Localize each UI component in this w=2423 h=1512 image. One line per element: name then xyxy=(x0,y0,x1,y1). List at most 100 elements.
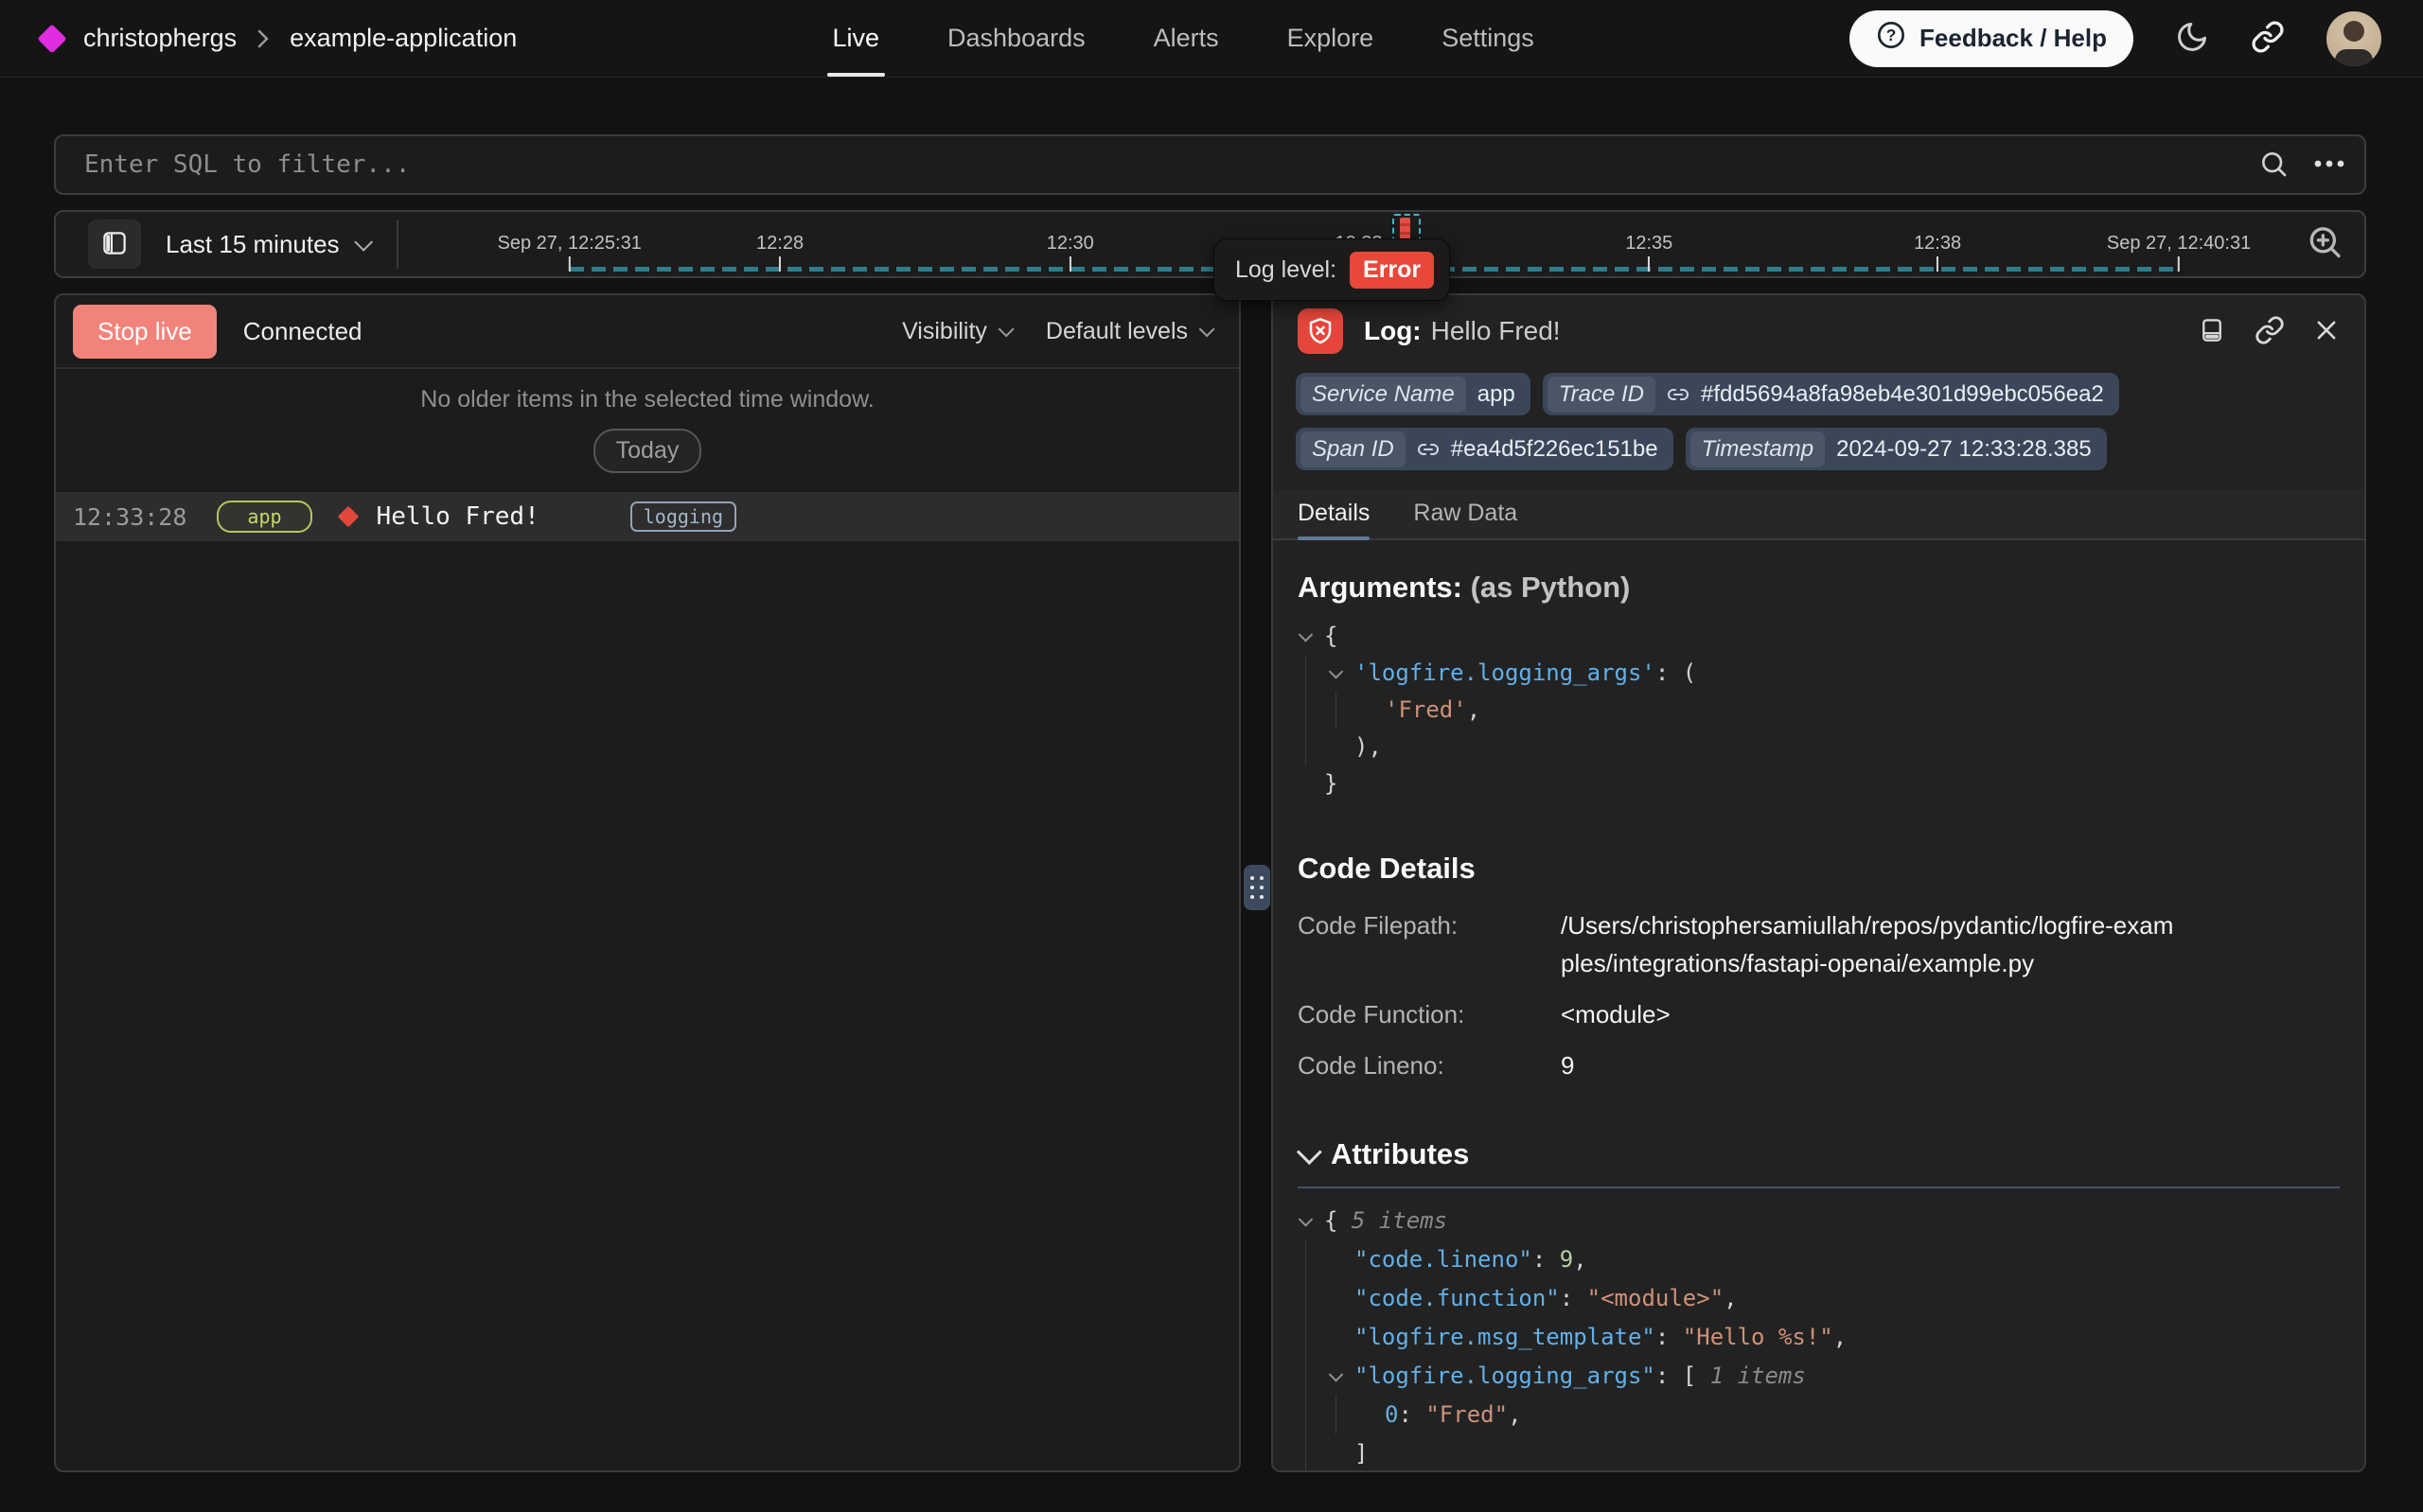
detail-panel-header: Log:Hello Fred! xyxy=(1273,295,2364,367)
stop-live-button[interactable]: Stop live xyxy=(73,305,217,359)
nav-tab[interactable]: Live xyxy=(833,0,880,77)
nav-tab[interactable]: Dashboards xyxy=(947,0,1086,77)
sql-filter-input[interactable] xyxy=(82,149,2258,180)
log-level-tooltip: Log level: Error xyxy=(1213,238,1450,301)
code-detail-value: 9 xyxy=(1561,1046,1574,1084)
metadata-chip[interactable]: Span ID #ea4d5f226ec151be xyxy=(1296,428,1673,470)
collapse-chevron-icon[interactable] xyxy=(1299,627,1314,642)
feedback-help-button[interactable]: ? Feedback / Help xyxy=(1849,10,2133,67)
tick-label: Sep 27, 12:25:31 xyxy=(497,233,641,255)
arguments-heading: Arguments: (as Python) xyxy=(1298,571,2340,605)
tooltip-label: Log level: xyxy=(1235,256,1336,284)
timeline-tick: 12:30 xyxy=(1047,233,1094,272)
metadata-chip[interactable]: Timestamp 2024-09-27 12:33:28.385 xyxy=(1686,428,2107,470)
tick-label: 12:28 xyxy=(756,233,804,255)
nav-tab[interactable]: Alerts xyxy=(1154,0,1219,77)
copy-link-button[interactable] xyxy=(2255,315,2285,348)
chip-label: Timestamp xyxy=(1690,431,1825,467)
live-panel-header: Stop live Connected Visibility Default l… xyxy=(56,295,1239,369)
chip-value: #fdd5694a8fa98eb4e301d99ebc056ea2 xyxy=(1701,381,2104,408)
code-details-heading: Code Details xyxy=(1298,852,2340,886)
attributes-heading: Attributes xyxy=(1331,1137,1469,1171)
metadata-chip[interactable]: Trace ID #fdd5694a8fa98eb4e301d99ebc056e… xyxy=(1543,373,2119,415)
code-line: "logfire.logging_args": [ 1 items xyxy=(1298,1357,2340,1396)
nav-tab[interactable]: Settings xyxy=(1441,0,1534,77)
time-range-select[interactable]: Last 15 minutes xyxy=(166,230,368,259)
code-details-rows: Code Filepath: /Users/christophersamiull… xyxy=(1298,906,2340,1084)
share-link-button[interactable] xyxy=(2251,20,2285,57)
code-detail-label: Code Function: xyxy=(1298,995,1561,1033)
sql-filter-bar xyxy=(54,134,2366,195)
tick-mark xyxy=(1070,256,1071,272)
detail-tab[interactable]: Raw Data xyxy=(1413,500,1517,538)
log-row[interactable]: 12:33:28 app Hello Fred! logging xyxy=(56,492,1239,541)
close-panel-button[interactable] xyxy=(2313,317,2340,346)
code-line: 0: "Fred", xyxy=(1298,1396,2340,1434)
timeline-tick: 12:38 xyxy=(1914,233,1961,272)
panel-resize-handle[interactable] xyxy=(1244,865,1270,910)
collapse-chevron-icon[interactable] xyxy=(1329,1367,1344,1382)
default-levels-dropdown[interactable]: Default levels xyxy=(1046,318,1211,345)
logfire-app: christophergs example-application Live D… xyxy=(0,0,2423,1512)
tick-mark xyxy=(569,256,571,272)
connection-status: Connected xyxy=(243,317,363,346)
visibility-label: Visibility xyxy=(902,318,987,345)
code-detail-value: /Users/christophersamiullah/repos/pydant… xyxy=(1561,906,2185,982)
code-line: } xyxy=(1298,765,2340,802)
collapse-chevron-icon[interactable] xyxy=(1299,1212,1314,1227)
code-line: 'Fred', xyxy=(1298,692,2340,729)
top-nav: christophergs example-application Live D… xyxy=(0,0,2423,78)
code-line: "code.function": "<module>", xyxy=(1298,1279,2340,1318)
nav-actions: ? Feedback / Help xyxy=(1849,10,2381,67)
error-level-badge: Error xyxy=(1350,252,1434,289)
panel-bottom-icon xyxy=(2198,316,2226,347)
main-nav: Live Dashboards Alerts Explore Settings xyxy=(833,0,1534,77)
chevron-down-icon xyxy=(999,321,1015,337)
arguments-code-block: {'logfire.logging_args': ('Fred',),} xyxy=(1298,618,2340,802)
search-button[interactable] xyxy=(2258,149,2289,182)
link-icon xyxy=(2255,315,2285,348)
logfire-logo-icon[interactable] xyxy=(37,24,66,53)
metadata-chip[interactable]: Service Name app xyxy=(1296,373,1530,415)
link-icon xyxy=(1667,383,1689,406)
divider xyxy=(1298,1187,2340,1188)
attributes-section-toggle[interactable]: Attributes xyxy=(1298,1137,2340,1171)
sidebar-toggle-button[interactable] xyxy=(88,220,141,269)
chevron-down-icon xyxy=(354,233,373,252)
code-detail-row: Code Lineno: 9 xyxy=(1298,1046,2340,1084)
svg-text:?: ? xyxy=(1886,26,1897,44)
detail-tab[interactable]: Details xyxy=(1298,500,1370,538)
brand: christophergs example-application xyxy=(42,24,517,53)
chevron-down-icon xyxy=(1199,321,1215,337)
today-button[interactable]: Today xyxy=(593,429,702,473)
breadcrumb-org[interactable]: christophergs xyxy=(83,24,237,53)
code-detail-value: <module> xyxy=(1561,995,1671,1033)
error-shield-icon xyxy=(1298,308,1343,354)
code-line: "code.lineno": 9, xyxy=(1298,1240,2340,1279)
collapse-chevron-icon[interactable] xyxy=(1329,664,1344,679)
nav-tab[interactable]: Explore xyxy=(1287,0,1374,77)
filter-more-button[interactable] xyxy=(2313,158,2345,172)
code-detail-label: Code Lineno: xyxy=(1298,1046,1561,1084)
log-message: Hello Fred! xyxy=(377,502,539,531)
user-avatar[interactable] xyxy=(2326,11,2381,66)
time-range-bar: Last 15 minutes Sep 27, 12:25:31 12:28 1… xyxy=(54,210,2366,278)
breadcrumb-project[interactable]: example-application xyxy=(290,24,517,53)
log-timestamp: 12:33:28 xyxy=(73,503,186,531)
metadata-chips: Service Name app Trace ID #fdd5694a8fa98… xyxy=(1273,367,2364,470)
chip-label: Trace ID xyxy=(1548,377,1655,413)
visibility-dropdown[interactable]: Visibility xyxy=(902,318,1010,345)
log-detail-panel: Log:Hello Fred! xyxy=(1271,293,2366,1472)
detail-title-message: Hello Fred! xyxy=(1431,316,1561,345)
service-badge[interactable]: app xyxy=(217,501,311,533)
logging-tag-badge[interactable]: logging xyxy=(630,501,736,532)
timeline-tick: 12:35 xyxy=(1625,233,1672,272)
zoom-in-icon[interactable] xyxy=(2306,223,2343,266)
theme-toggle-button[interactable] xyxy=(2175,20,2209,57)
close-icon xyxy=(2313,317,2340,346)
dock-panel-button[interactable] xyxy=(2198,316,2226,347)
tick-mark xyxy=(2178,256,2180,272)
breadcrumb-chevron-icon xyxy=(256,26,271,51)
empty-window-message: No older items in the selected time wind… xyxy=(56,386,1239,413)
code-line: { xyxy=(1298,618,2340,655)
